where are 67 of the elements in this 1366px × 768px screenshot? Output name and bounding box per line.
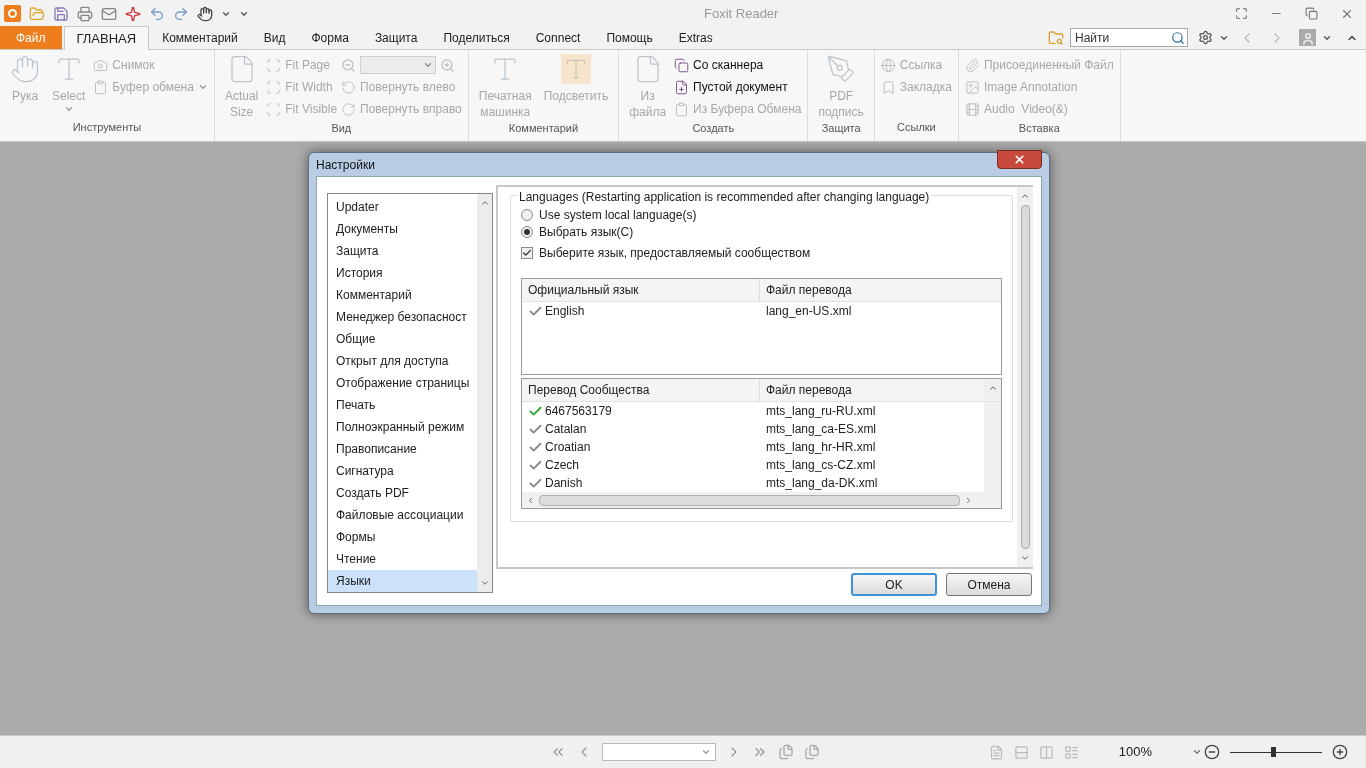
table-row[interactable]: Danish mts_lang_da-DK.xml bbox=[522, 474, 1001, 492]
table-row[interactable]: Czech mts_lang_cs-CZ.xml bbox=[522, 456, 1001, 474]
category-item[interactable]: Создать PDF bbox=[328, 482, 478, 504]
table-cell-text: Danish bbox=[545, 475, 583, 492]
radio-option[interactable]: Use system local language(s) bbox=[521, 206, 1002, 223]
group-title: Создать bbox=[692, 121, 735, 136]
table-row[interactable]: Croatian mts_lang_hr-HR.xml bbox=[522, 438, 1001, 456]
category-item[interactable]: Отображение страницы bbox=[328, 372, 478, 394]
dialog-button[interactable]: Отмена bbox=[946, 573, 1032, 596]
category-item[interactable]: Правописание bbox=[328, 438, 478, 460]
category-item[interactable]: Формы bbox=[328, 526, 478, 548]
category-item[interactable]: Чтение bbox=[328, 548, 478, 570]
group-title: Защита bbox=[821, 121, 861, 136]
group-title: Инструменты bbox=[72, 119, 142, 135]
ribbon-tab[interactable]: Помощь bbox=[594, 26, 665, 49]
zoom-level: 100% bbox=[1118, 743, 1152, 762]
radio-option[interactable]: Выбрать язык(C) bbox=[521, 223, 1002, 240]
category-item[interactable]: Полноэкранный режим bbox=[328, 416, 478, 438]
ribbon-tab[interactable]: Вид bbox=[251, 26, 298, 49]
dialog-button[interactable]: OK bbox=[851, 573, 937, 596]
dialog-title: Настройки bbox=[316, 156, 376, 174]
ribbon-tab[interactable]: ГЛАВНАЯ bbox=[63, 26, 150, 50]
table-row[interactable]: Catalan mts_lang_ca-ES.xml bbox=[522, 420, 1001, 438]
category-item[interactable]: Updater bbox=[328, 196, 478, 218]
table-cell-text: 6467563179 bbox=[545, 403, 612, 420]
table-row[interactable]: English lang_en-US.xml bbox=[522, 302, 1001, 320]
checkbox-option[interactable]: Выберите язык, предоставляемый сообществом bbox=[521, 242, 1002, 264]
table-row[interactable]: 6467563179 mts_lang_ru-RU.xml bbox=[522, 402, 1001, 420]
table-cell-text: Catalan bbox=[545, 421, 587, 438]
table-cell-text: lang_en-US.xml bbox=[765, 303, 853, 320]
ribbon-tab[interactable]: Поделиться bbox=[431, 26, 522, 49]
table-cell-text: mts_lang_cs-CZ.xml bbox=[765, 457, 877, 474]
ribbon-button[interactable]: Пустой документ bbox=[674, 76, 802, 98]
column-header[interactable]: Файл перевода bbox=[760, 379, 984, 401]
category-item[interactable]: Открыт для доступа bbox=[328, 350, 478, 372]
ribbon-tab[interactable]: Connect bbox=[523, 26, 593, 49]
ribbon-tab[interactable]: Комментарий bbox=[150, 26, 250, 49]
group-title: Ссылки bbox=[897, 119, 936, 135]
ribbon-button[interactable]: Со сканнера bbox=[674, 54, 802, 76]
group-title: Вид bbox=[331, 121, 352, 136]
category-item[interactable]: Общие bbox=[328, 328, 478, 350]
ribbon-tab[interactable]: Защита bbox=[362, 26, 430, 49]
table-cell-text: mts_lang_hr-HR.xml bbox=[765, 439, 877, 456]
category-item[interactable]: Комментарий bbox=[328, 284, 478, 306]
ribbon-tab[interactable]: Extras bbox=[666, 26, 725, 49]
category-item[interactable]: Документы bbox=[328, 218, 478, 240]
column-header[interactable]: Перевод Сообщества bbox=[522, 379, 760, 401]
ribbon-tab[interactable]: Форма bbox=[299, 26, 361, 49]
table-cell-text: English bbox=[545, 303, 585, 320]
column-header[interactable]: Официальный язык bbox=[522, 279, 760, 301]
table-cell-text: mts_lang_ca-ES.xml bbox=[765, 421, 878, 438]
category-item[interactable]: Файловые ассоциации bbox=[328, 504, 478, 526]
group-title: Вставка bbox=[1018, 121, 1060, 136]
table-cell-text: Croatian bbox=[545, 439, 591, 456]
window-title: Foxit Reader bbox=[704, 4, 779, 23]
column-header[interactable]: Файл перевода bbox=[760, 279, 1001, 301]
search-field[interactable]: Найти bbox=[1070, 28, 1188, 47]
category-item[interactable]: История bbox=[328, 262, 478, 284]
category-item[interactable]: Языки bbox=[328, 570, 478, 592]
category-item[interactable]: Менеджер безопасност bbox=[328, 306, 478, 328]
category-item[interactable]: Сигнатура bbox=[328, 460, 478, 482]
category-item[interactable]: Защита bbox=[328, 240, 478, 262]
group-title: Комментарий bbox=[508, 121, 579, 136]
table-cell-text: mts_lang_ru-RU.xml bbox=[765, 403, 877, 420]
category-item[interactable]: Печать bbox=[328, 394, 478, 416]
table-cell-text: Czech bbox=[545, 457, 579, 474]
table-cell-text: mts_lang_da-DK.xml bbox=[765, 475, 879, 492]
